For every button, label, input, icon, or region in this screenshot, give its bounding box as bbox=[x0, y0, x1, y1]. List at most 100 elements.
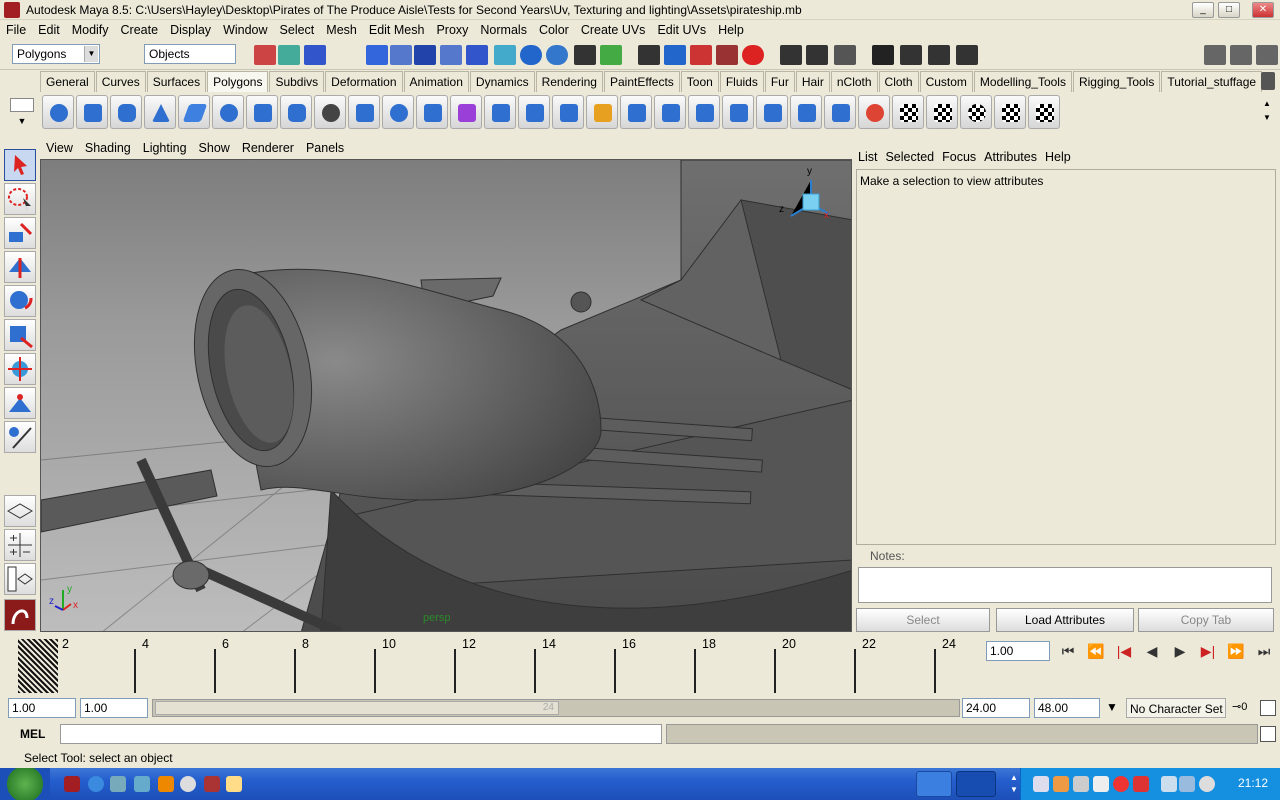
character-set-field[interactable]: No Character Set bbox=[1126, 698, 1226, 718]
poly-pipe-button[interactable] bbox=[280, 95, 312, 129]
poly-cube-button[interactable] bbox=[76, 95, 108, 129]
tab-rigging-tools[interactable]: Rigging_Tools bbox=[1072, 71, 1161, 92]
menu-help[interactable]: Help bbox=[712, 23, 750, 37]
tray-icon[interactable] bbox=[1093, 776, 1109, 792]
tab-cloth[interactable]: Cloth bbox=[878, 71, 919, 92]
snap-point-icon[interactable] bbox=[414, 45, 436, 65]
channel-box-toggle-icon[interactable] bbox=[1204, 45, 1226, 65]
menu-create[interactable]: Create bbox=[115, 23, 165, 37]
tab-polygons[interactable]: Polygons bbox=[207, 71, 269, 92]
tool-settings-toggle-icon[interactable] bbox=[1256, 45, 1278, 65]
tray-icon[interactable] bbox=[1033, 776, 1049, 792]
extract-button[interactable] bbox=[416, 95, 448, 129]
tab-fur[interactable]: Fur bbox=[764, 71, 795, 92]
render-view-icon[interactable] bbox=[872, 45, 894, 65]
menu-color[interactable]: Color bbox=[533, 23, 575, 37]
checker-layout-button[interactable] bbox=[1028, 95, 1060, 129]
step-back-key-icon[interactable]: ⏪ bbox=[1084, 640, 1108, 662]
mel-label[interactable]: MEL bbox=[8, 724, 58, 744]
tray-icon[interactable] bbox=[1161, 776, 1177, 792]
soft-select-icon[interactable] bbox=[690, 45, 712, 65]
menu-file[interactable]: File bbox=[0, 23, 32, 37]
menu-edit-mesh[interactable]: Edit Mesh bbox=[363, 23, 431, 37]
lock-icon[interactable] bbox=[574, 45, 596, 65]
step-back-frame-icon[interactable]: |◀ bbox=[1112, 640, 1136, 662]
separate-button[interactable] bbox=[382, 95, 414, 129]
menu-modify[interactable]: Modify bbox=[66, 23, 115, 37]
tab-toon[interactable]: Toon bbox=[680, 71, 719, 92]
live-surface-icon[interactable] bbox=[466, 45, 488, 65]
combine-button[interactable] bbox=[348, 95, 380, 129]
start-time-field[interactable]: 1.00 bbox=[8, 698, 76, 718]
tray-icon[interactable] bbox=[1113, 776, 1129, 792]
range-bar[interactable]: 24 bbox=[155, 701, 559, 715]
construction-history-icon[interactable] bbox=[834, 45, 856, 65]
checker-unfold-button[interactable] bbox=[926, 95, 958, 129]
universal-manipulator-icon[interactable] bbox=[4, 353, 36, 385]
outliner-layout-icon[interactable] bbox=[4, 563, 36, 595]
menu-display[interactable]: Display bbox=[164, 23, 217, 37]
render-globals-icon[interactable] bbox=[956, 45, 978, 65]
time-slider[interactable]: 2 4 6 8 10 12 14 16 18 20 22 24 bbox=[14, 635, 980, 695]
checker-texture-button[interactable] bbox=[892, 95, 924, 129]
tab-hair[interactable]: Hair bbox=[795, 71, 830, 92]
media-player-icon[interactable] bbox=[158, 776, 174, 792]
select-tool-icon[interactable] bbox=[4, 149, 36, 181]
snap-grid-icon[interactable] bbox=[366, 45, 388, 65]
tab-general[interactable]: General bbox=[40, 71, 95, 92]
tab-deformation[interactable]: Deformation bbox=[325, 71, 403, 92]
tab-subdivs[interactable]: Subdivs bbox=[269, 71, 325, 92]
four-view-layout-icon[interactable] bbox=[4, 529, 36, 561]
menu-edit-uvs[interactable]: Edit UVs bbox=[651, 23, 712, 37]
windows-explorer-icon[interactable] bbox=[134, 776, 150, 792]
checker-relax-button[interactable] bbox=[994, 95, 1026, 129]
snap-curve-icon[interactable] bbox=[390, 45, 412, 65]
maya-quicklaunch-icon[interactable] bbox=[64, 776, 80, 792]
viewport-menu-show[interactable]: Show bbox=[193, 141, 236, 155]
snap-plane-icon[interactable] bbox=[440, 45, 462, 65]
viewport-menu-view[interactable]: View bbox=[40, 141, 79, 155]
tab-curves[interactable]: Curves bbox=[95, 71, 146, 92]
maya-app-icon[interactable] bbox=[4, 1, 20, 18]
menu-normals[interactable]: Normals bbox=[474, 23, 533, 37]
selection-mode-field[interactable]: Objects bbox=[144, 44, 236, 64]
poly-cylinder-button[interactable] bbox=[110, 95, 142, 129]
poly-cone-button[interactable] bbox=[144, 95, 176, 129]
go-to-start-icon[interactable]: ⏮ bbox=[1056, 640, 1080, 662]
select-hierarchy-icon[interactable] bbox=[254, 45, 276, 65]
tab-animation[interactable]: Animation bbox=[403, 71, 469, 92]
perspective-viewport[interactable]: y z x y x z persp bbox=[40, 159, 852, 632]
load-attributes-button[interactable]: Load Attributes bbox=[996, 608, 1134, 632]
chevron-down-icon[interactable]: ▼ bbox=[1102, 700, 1122, 718]
tab-ncloth[interactable]: nCloth bbox=[830, 71, 878, 92]
menu-mesh[interactable]: Mesh bbox=[320, 23, 363, 37]
play-backwards-icon[interactable]: ◀ bbox=[1140, 640, 1164, 662]
attr-menu-selected[interactable]: Selected bbox=[881, 150, 938, 164]
viewport-menu-lighting[interactable]: Lighting bbox=[137, 141, 193, 155]
notepad-icon[interactable] bbox=[226, 776, 242, 792]
cylindrical-mapping-button[interactable] bbox=[654, 95, 686, 129]
planar-mapping-button[interactable] bbox=[620, 95, 652, 129]
symmetry-icon[interactable] bbox=[716, 45, 738, 65]
current-time-marker[interactable] bbox=[18, 639, 58, 693]
uv-editor-button[interactable] bbox=[586, 95, 618, 129]
rotate-tool-icon[interactable] bbox=[4, 285, 36, 317]
tray-icon[interactable] bbox=[1053, 776, 1069, 792]
attribute-editor-toggle-icon[interactable] bbox=[1230, 45, 1252, 65]
render-settings-icon[interactable] bbox=[638, 45, 660, 65]
poly-helix-button[interactable] bbox=[314, 95, 346, 129]
tray-icon[interactable] bbox=[1073, 776, 1089, 792]
scale-tool-icon[interactable] bbox=[4, 319, 36, 351]
playback-end-field[interactable]: 24.00 bbox=[962, 698, 1030, 718]
minimize-button[interactable]: _ bbox=[1192, 2, 1214, 18]
trash-icon[interactable] bbox=[1261, 72, 1275, 90]
tab-dynamics[interactable]: Dynamics bbox=[469, 71, 535, 92]
select-component-icon[interactable] bbox=[304, 45, 326, 65]
poly-plane-button[interactable] bbox=[178, 95, 210, 129]
shelf-down-arrow-icon[interactable]: ▼ bbox=[14, 116, 30, 128]
close-button[interactable]: ✕ bbox=[1252, 2, 1274, 18]
show-desktop-icon[interactable] bbox=[110, 776, 126, 792]
tab-painteffects[interactable]: PaintEffects bbox=[603, 71, 680, 92]
taskbar-maya-window[interactable] bbox=[956, 771, 996, 797]
lasso-tool-icon[interactable] bbox=[4, 183, 36, 215]
